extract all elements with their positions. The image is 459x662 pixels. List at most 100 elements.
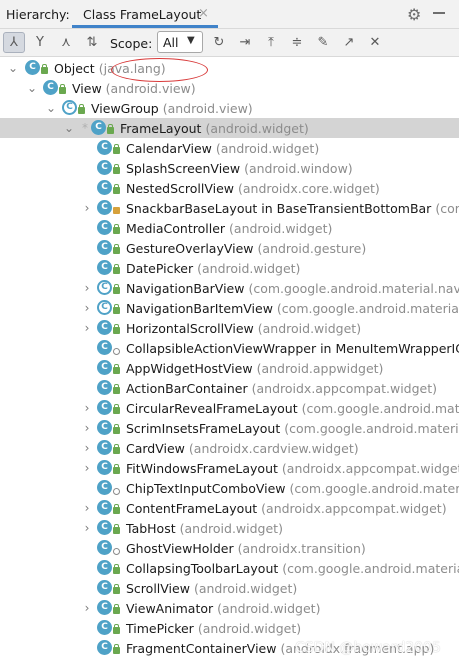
class-icon: C <box>97 220 112 235</box>
expand-all-button[interactable]: ⤒ <box>260 32 282 53</box>
tree-row[interactable]: › C CircularRevealFrameLayout (com.google.a… <box>0 398 459 418</box>
public-lock-icon <box>113 604 120 614</box>
tree-row[interactable]: C SplashScreenView (android.window) <box>0 158 459 178</box>
package-name: (android.widget) <box>217 601 321 616</box>
class-name-text: TabHost <box>126 521 176 536</box>
close-tab-icon[interactable]: × <box>198 6 209 21</box>
class-name: CardView (androidx.cardview.widget) <box>126 441 359 456</box>
chevron-down-icon[interactable]: ⌄ <box>64 121 74 135</box>
restore-button[interactable]: ⇥ <box>234 32 256 53</box>
tree-row[interactable]: C CollapsibleActionViewWrapper in MenuIte… <box>0 338 459 358</box>
tree-row[interactable]: › C FitWindowsFrameLayout (androidx.appcomp… <box>0 458 459 478</box>
subtypes-button[interactable]: ⋏ <box>55 32 77 53</box>
abstract-class-icon: C <box>97 280 112 295</box>
tree-row[interactable]: ⌄ C ViewGroup (android.view) <box>0 98 459 118</box>
package-name: (android.window) <box>244 161 353 176</box>
tree-row[interactable]: › C TabHost (android.widget) <box>0 518 459 538</box>
scope-dropdown[interactable]: All ▼ <box>157 31 203 53</box>
chevron-down-icon[interactable]: ⌄ <box>8 61 18 75</box>
tree-row[interactable]: ⌄ * C FrameLayout (android.widget) <box>0 118 459 138</box>
class-name: SplashScreenView (android.window) <box>126 161 353 176</box>
tab-class-framelayout[interactable]: Class FrameLayout × <box>72 2 218 28</box>
minimize-icon[interactable] <box>433 12 445 14</box>
supertypes-button[interactable]: Y <box>29 32 51 53</box>
tree-row[interactable]: › C NavigationBarItemView (com.google.andro… <box>0 298 459 318</box>
class-name: ChipTextInputComboView (com.google.androi… <box>126 481 459 496</box>
gear-icon[interactable]: ⚙ <box>407 5 421 24</box>
class-name-text: GestureOverlayView <box>126 241 254 256</box>
tree-row[interactable]: › C SnackbarBaseLayout in BaseTransientBot… <box>0 198 459 218</box>
tree-row[interactable]: C ChipTextInputComboView (com.google.andro… <box>0 478 459 498</box>
tree-row[interactable]: C DatePicker (android.widget) <box>0 258 459 278</box>
class-name-text: MediaController <box>126 221 226 236</box>
class-name-text: CircularRevealFrameLayout <box>126 401 298 416</box>
tree-row[interactable]: › C ContentFrameLayout (androidx.appcompat.… <box>0 498 459 518</box>
chevron-right-icon[interactable]: › <box>82 521 92 535</box>
chevron-right-icon[interactable]: › <box>82 301 92 315</box>
class-name-text: TimePicker <box>126 621 194 636</box>
class-icon: C <box>97 520 112 535</box>
tree-row[interactable]: C GestureOverlayView (android.gesture) <box>0 238 459 258</box>
tree-row[interactable]: › C NavigationBarView (com.google.android.m… <box>0 278 459 298</box>
class-name-text: NestedScrollView <box>126 181 235 196</box>
class-hierarchy-button[interactable]: ⅄ <box>3 32 25 53</box>
hierarchy-tree: ⌄ C Object (java.lang) ⌄ C View (android.view) ⌄… <box>0 57 459 662</box>
public-lock-icon <box>113 424 120 434</box>
package-name: (android.widget) <box>193 581 298 596</box>
sort-alphabetically-button[interactable]: ⇅ <box>81 32 103 53</box>
class-icon: C <box>97 560 112 575</box>
public-lock-icon <box>113 224 120 234</box>
tree-row[interactable]: C MediaController (android.widget) <box>0 218 459 238</box>
tree-row[interactable]: C ScrollView (android.widget) <box>0 578 459 598</box>
tree-row[interactable]: C CollapsingToolbarLayout (com.google.andr… <box>0 558 459 578</box>
refresh-button[interactable]: ↻ <box>208 32 230 53</box>
public-lock-icon <box>41 64 48 74</box>
tree-row[interactable]: C TimePicker (android.widget) <box>0 618 459 638</box>
chevron-right-icon[interactable]: › <box>82 441 92 455</box>
class-name: ViewAnimator (android.widget) <box>126 601 320 616</box>
collapse-all-button[interactable]: ≑ <box>286 32 308 53</box>
chevron-right-icon[interactable]: › <box>82 601 92 615</box>
tree-row[interactable]: › C CardView (androidx.cardview.widget) <box>0 438 459 458</box>
tree-row[interactable]: C NestedScrollView (androidx.core.widget) <box>0 178 459 198</box>
tree-row[interactable]: › C ViewAnimator (android.widget) <box>0 598 459 618</box>
tree-row[interactable]: › C ScrimInsetsFrameLayout (com.google.andr… <box>0 418 459 438</box>
public-lock-icon <box>113 264 120 274</box>
chevron-right-icon[interactable]: › <box>82 501 92 515</box>
chevron-down-icon[interactable]: ⌄ <box>46 101 56 115</box>
package-private-icon <box>113 488 120 495</box>
tree-row[interactable]: ⌄ C Object (java.lang) <box>0 58 459 78</box>
close-button[interactable]: ✕ <box>364 32 386 53</box>
public-lock-icon <box>113 524 120 534</box>
class-name: NestedScrollView (androidx.core.widget) <box>126 181 380 196</box>
class-icon: C <box>97 240 112 255</box>
public-lock-icon <box>113 284 120 294</box>
class-name-text: FrameLayout <box>120 121 202 136</box>
tree-row[interactable]: C AppWidgetHostView (android.appwidget) <box>0 358 459 378</box>
pin-button[interactable]: ✎ <box>312 32 334 53</box>
class-name: FrameLayout (android.widget) <box>120 121 309 136</box>
package-name: (android.view) <box>162 101 253 116</box>
package-private-icon <box>113 548 120 555</box>
tree-row[interactable]: C GhostViewHolder (androidx.transition) <box>0 538 459 558</box>
class-name-text: FragmentContainerView <box>126 641 277 656</box>
tree-row[interactable]: C CalendarView (android.widget) <box>0 138 459 158</box>
tree-row[interactable]: C ActionBarContainer (androidx.appcompat.w… <box>0 378 459 398</box>
chevron-right-icon[interactable]: › <box>82 201 92 215</box>
export-button[interactable]: ↗ <box>338 32 360 53</box>
class-name-text: NavigationBarItemView <box>126 301 273 316</box>
chevron-down-icon[interactable]: ⌄ <box>27 81 37 95</box>
class-name-text: CollapsibleActionViewWrapper in MenuItem… <box>126 341 459 356</box>
class-name-text: FitWindowsFrameLayout <box>126 461 278 476</box>
chevron-right-icon[interactable]: › <box>82 461 92 475</box>
chevron-right-icon[interactable]: › <box>82 401 92 415</box>
tree-row[interactable]: ⌄ C View (android.view) <box>0 78 459 98</box>
class-icon: C <box>97 140 112 155</box>
class-name: CollapsibleActionViewWrapper in MenuItem… <box>126 341 459 356</box>
tree-row[interactable]: › C HorizontalScrollView (android.widget) <box>0 318 459 338</box>
package-name: (android.widget) <box>197 621 302 636</box>
chevron-right-icon[interactable]: › <box>82 321 92 335</box>
package-name: (android.widget) <box>257 321 362 336</box>
chevron-right-icon[interactable]: › <box>82 421 92 435</box>
chevron-right-icon[interactable]: › <box>82 281 92 295</box>
